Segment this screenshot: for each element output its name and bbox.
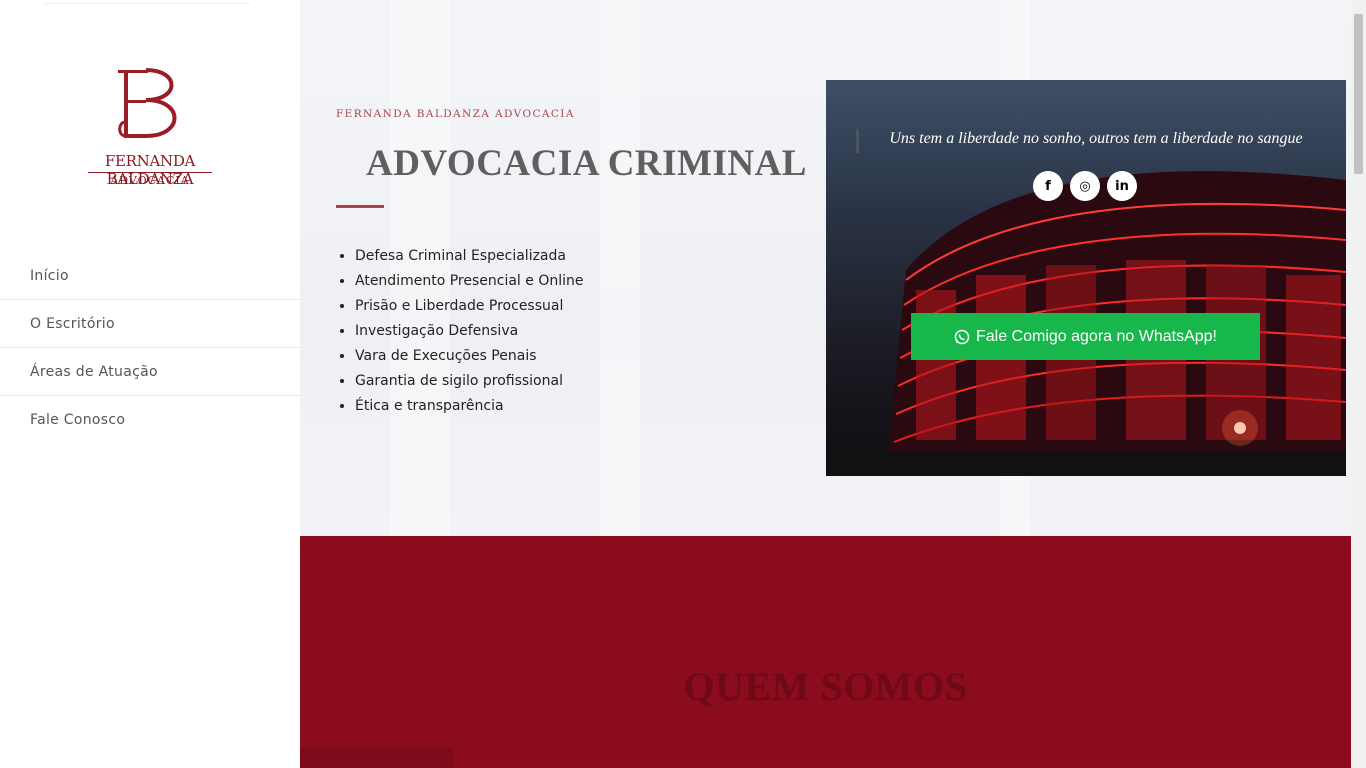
- scrollbar-thumb[interactable]: [1354, 14, 1363, 174]
- social-links: f ◎ in: [1033, 171, 1137, 201]
- list-item: Ética e transparência: [355, 394, 583, 419]
- sidebar: FERNANDA BALDANZA ADVOCACIA Início O Esc…: [0, 0, 300, 768]
- page-scrollbar[interactable]: [1351, 0, 1366, 768]
- nav-item-escritorio[interactable]: O Escritório: [0, 300, 300, 348]
- nav-item-inicio[interactable]: Início: [0, 252, 300, 300]
- hero-quote: Uns tem a liberdade no sonho, outros tem…: [889, 130, 1303, 147]
- hero-decoration: [600, 0, 640, 536]
- logo-divider: [45, 3, 250, 4]
- instagram-icon[interactable]: ◎: [1070, 171, 1100, 201]
- title-underline: [336, 205, 384, 208]
- hero-section: FERNANDA BALDANZA ADVOCACIA ADVOCACIA CR…: [300, 0, 1351, 536]
- facebook-icon[interactable]: f: [1033, 171, 1063, 201]
- logo-subtitle: ADVOCACIA: [110, 174, 190, 187]
- list-item: Vara de Execuções Penais: [355, 344, 583, 369]
- section-decoration: [300, 747, 453, 768]
- list-item: Investigação Defensiva: [355, 319, 583, 344]
- main-nav: Início O Escritório Áreas de Atuação Fal…: [0, 252, 300, 444]
- list-item: Atendimento Presencial e Online: [355, 269, 583, 294]
- hero-eyebrow: FERNANDA BALDANZA ADVOCACIA: [336, 108, 575, 120]
- hero-image-card: Uns tem a liberdade no sonho, outros tem…: [826, 80, 1346, 476]
- list-item: Defesa Criminal Especializada: [355, 244, 583, 269]
- whatsapp-button[interactable]: Fale Comigo agora no WhatsApp!: [911, 313, 1260, 360]
- logo[interactable]: FERNANDA BALDANZA ADVOCACIA: [60, 48, 240, 198]
- feature-list: Defesa Criminal Especializada Atendiment…: [355, 244, 583, 419]
- nav-item-areas[interactable]: Áreas de Atuação: [0, 348, 300, 396]
- nav-item-contato[interactable]: Fale Conosco: [0, 396, 300, 444]
- list-item: Prisão e Liberdade Processual: [355, 294, 583, 319]
- section-title: QUEM SOMOS: [683, 664, 968, 709]
- linkedin-icon[interactable]: in: [1107, 171, 1137, 201]
- whatsapp-icon: [954, 329, 970, 344]
- hero-title: ADVOCACIA CRIMINAL: [366, 143, 807, 184]
- list-item: Garantia de sigilo profissional: [355, 369, 583, 394]
- logo-underline: [88, 172, 212, 173]
- about-section: QUEM SOMOS: [300, 536, 1351, 768]
- whatsapp-button-label: Fale Comigo agora no WhatsApp!: [975, 327, 1217, 345]
- logo-monogram: [118, 68, 177, 138]
